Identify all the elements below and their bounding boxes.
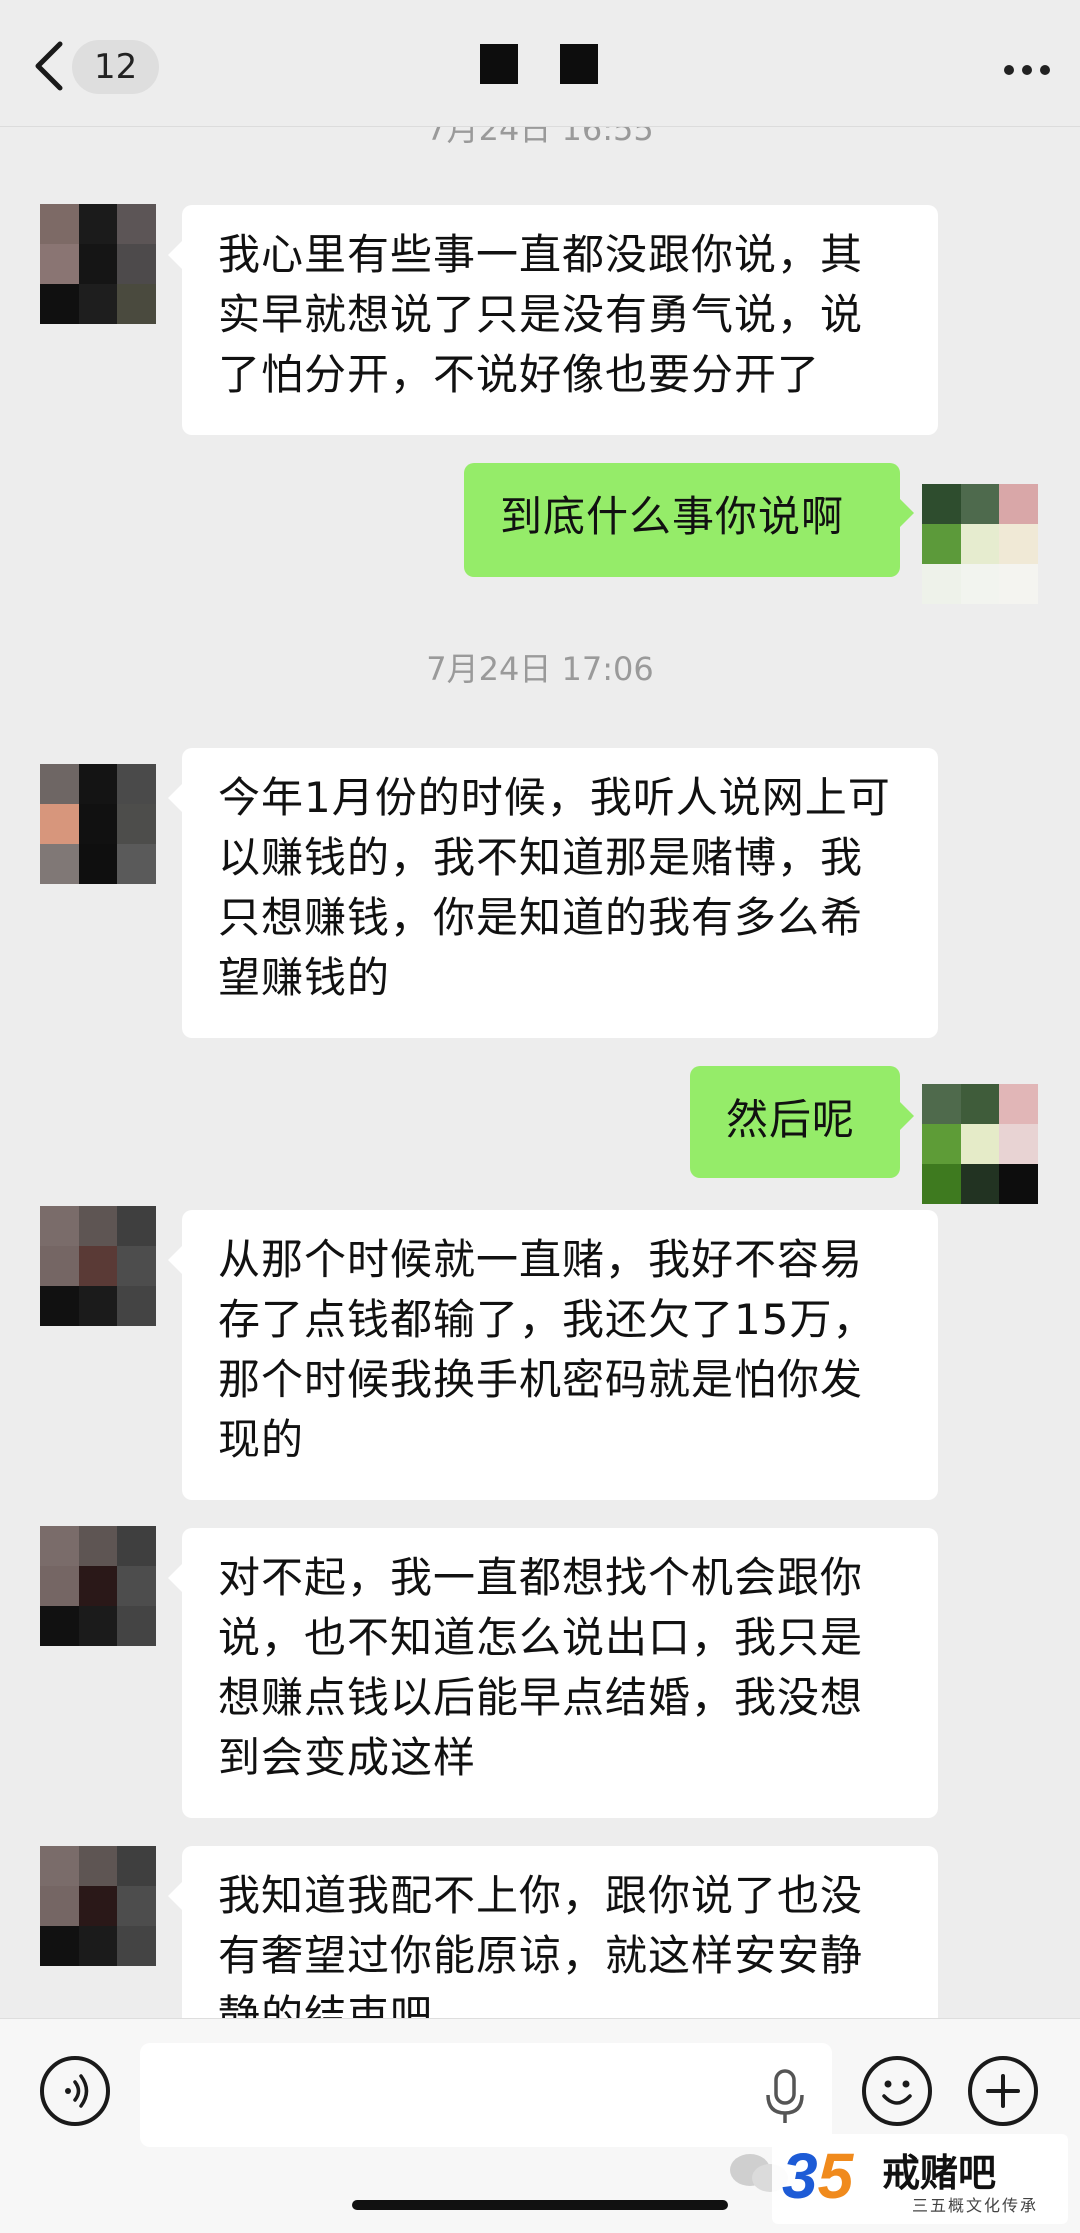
message-bubble-outgoing[interactable]: 到底什么事你说啊	[464, 463, 914, 577]
home-indicator[interactable]	[352, 2200, 728, 2210]
back-chevron-icon[interactable]	[30, 40, 70, 92]
chat-header: 12	[0, 0, 1080, 127]
plus-icon[interactable]	[968, 2056, 1038, 2126]
message-bubble-incoming[interactable]: 我心里有些事一直都没跟你说，其实早就想说了只是没有勇气说，说了怕分开，不说好像也…	[168, 205, 938, 435]
message-bubble-incoming[interactable]: 从那个时候就一直赌，我好不容易存了点钱都输了，我还欠了15万，那个时候我换手机密…	[168, 1210, 938, 1500]
logo-subtitle: 三五概文化传承	[912, 2196, 1039, 2215]
message-bubble-incoming[interactable]: 今年1月份的时候，我听人说网上可以赚钱的，我不知道那是赌博，我只想赚钱，你是知道…	[168, 748, 938, 1038]
voice-icon[interactable]	[40, 2056, 110, 2126]
redacted-title-block	[560, 44, 598, 84]
microphone-icon[interactable]	[762, 2067, 808, 2127]
logo-title: 戒赌吧	[882, 2151, 997, 2195]
message-bubble-outgoing[interactable]: 然后呢	[690, 1066, 914, 1178]
avatar[interactable]	[922, 1084, 1038, 1204]
emoji-icon[interactable]	[862, 2056, 932, 2126]
avatar[interactable]	[40, 1206, 156, 1326]
logo-watermark: 35 戒赌吧 三五概文化传承	[772, 2134, 1068, 2224]
avatar[interactable]	[40, 204, 156, 324]
avatar[interactable]	[40, 1846, 156, 1966]
message-input[interactable]	[140, 2043, 832, 2147]
redacted-title-block	[480, 44, 518, 84]
timestamp: 7月24日 17:06	[426, 650, 654, 688]
unread-count-badge[interactable]: 12	[72, 40, 160, 94]
avatar[interactable]	[40, 764, 156, 884]
avatar[interactable]	[922, 484, 1038, 604]
avatar[interactable]	[40, 1526, 156, 1646]
message-bubble-incoming[interactable]: 对不起，我一直都想找个机会跟你说，也不知道怎么说出口，我只是想赚点钱以后能早点结…	[168, 1528, 938, 1818]
more-dots-icon[interactable]	[996, 60, 1050, 79]
logo-number: 35	[782, 2140, 854, 2212]
